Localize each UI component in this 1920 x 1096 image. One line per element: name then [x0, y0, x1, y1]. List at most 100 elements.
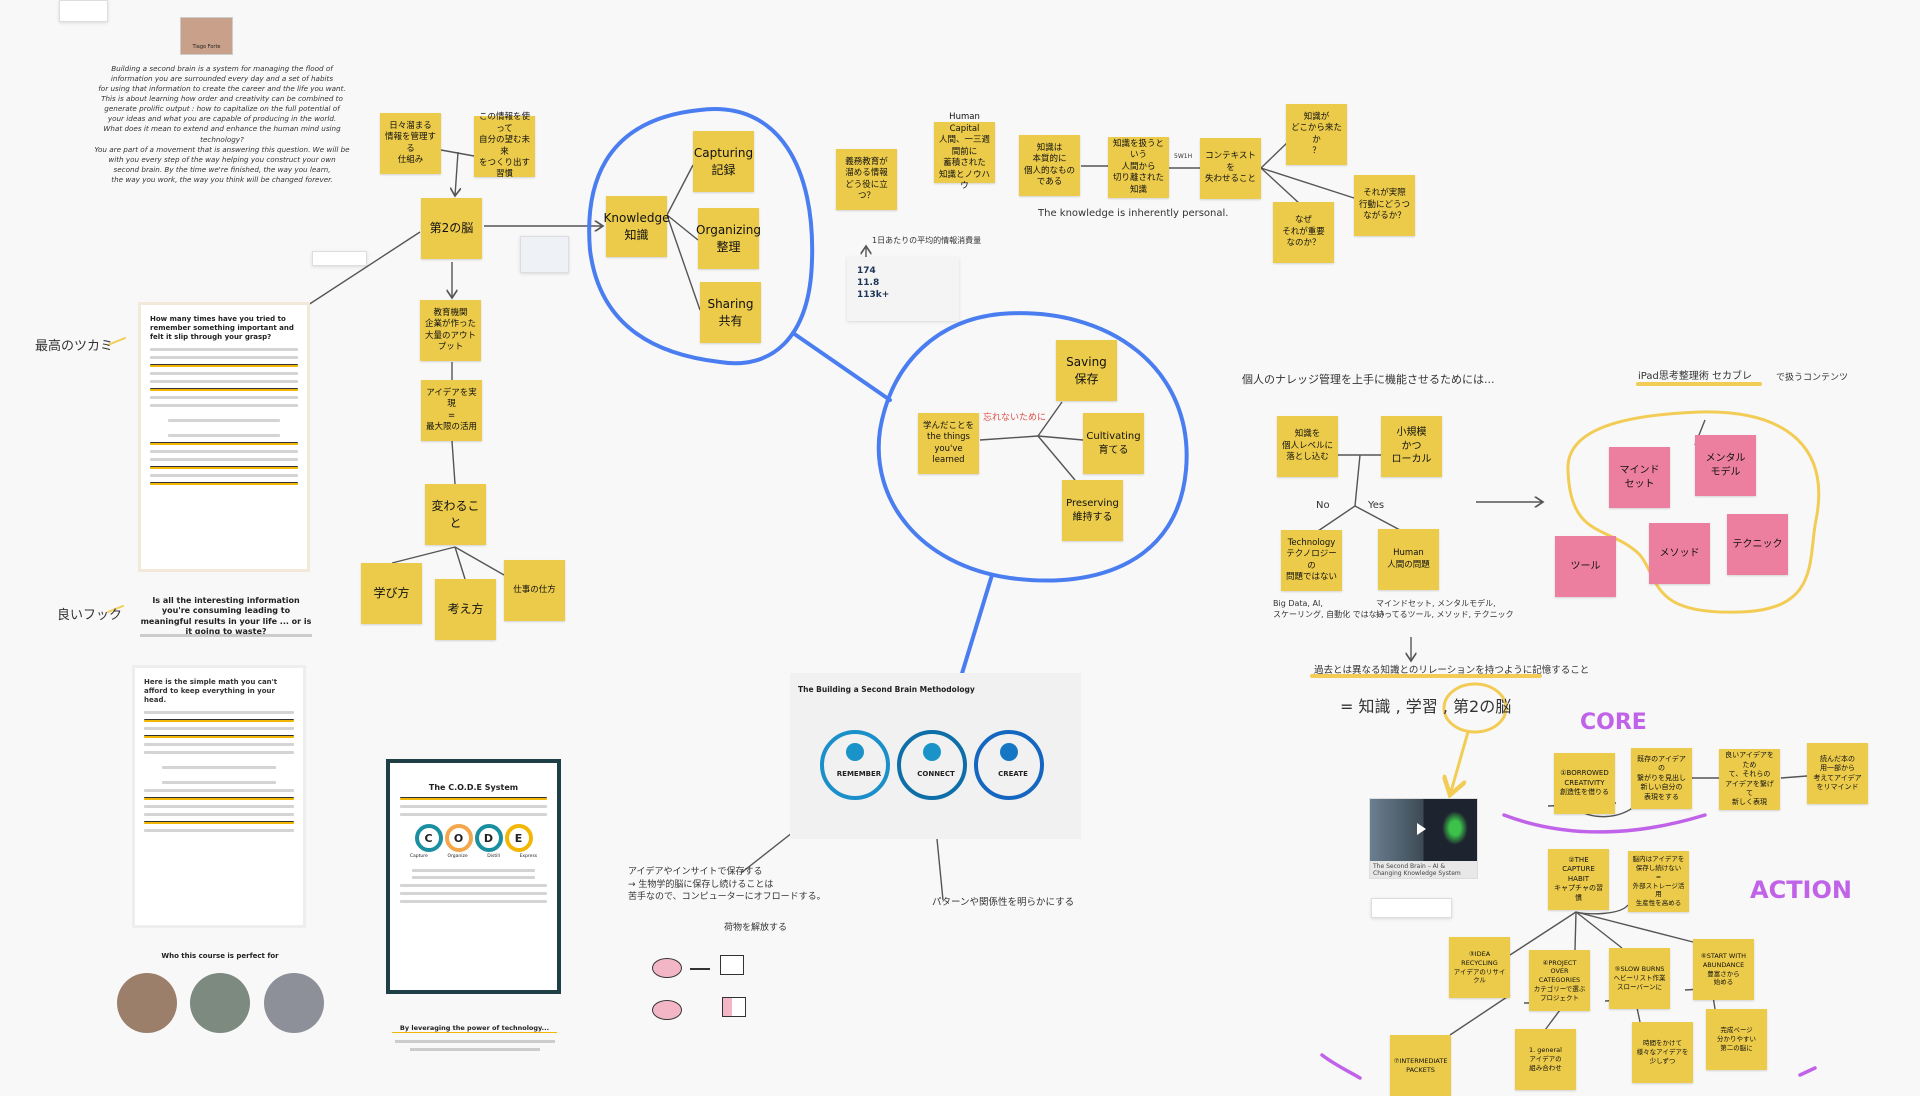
core-label: CORE [1580, 710, 1647, 735]
sales-page-doc[interactable]: How many times have you tried to remembe… [138, 302, 310, 572]
human-note: The knowledge is inherently personal. [1038, 208, 1229, 219]
math-doc[interactable]: Here is the simple math you can't afford… [132, 665, 306, 928]
sticky-note[interactable]: ⑦INTERMEDIATE PACKETS [1390, 1035, 1451, 1096]
sticky-note[interactable]: 知識を 個人レベルに 落とし込む [1277, 416, 1338, 477]
thumbnail-card[interactable] [59, 0, 108, 22]
text-line [140, 634, 312, 637]
sticky-knowledge[interactable]: Knowledge 知識 [604, 196, 669, 257]
sticky-cultivating[interactable]: Cultivating 育てる [1083, 413, 1144, 474]
label-hook-best: 最高のツカミ [35, 339, 114, 354]
sticky-note[interactable]: 学んだことを the things you've learned [918, 413, 979, 474]
sticky-second-brain[interactable]: 第2の脳 [421, 198, 482, 259]
step-remember: REMEMBER [836, 770, 882, 778]
video-link-card[interactable] [520, 236, 569, 273]
sticky-note[interactable]: 脳内はアイデアを 保存し続けない = 外部ストレージ活用 生産性を高める [1628, 851, 1689, 912]
text-line [410, 1048, 540, 1051]
code-title: The C.O.D.E System [428, 783, 519, 792]
sticky-pink[interactable]: メンタル モデル [1695, 435, 1756, 496]
sticky-note[interactable]: 完成ページ 分かりやすい 第二の脳に [1706, 1009, 1767, 1070]
sticky-note[interactable]: 1. general アイデアの 組み合わせ [1515, 1029, 1576, 1090]
tech-note: Big Data, AI, スケーリング, 自動化 ではない [1273, 599, 1385, 620]
sticky-human[interactable]: Human 人間の問題 [1378, 529, 1439, 590]
audience-title: Who this course is perfect for [161, 952, 279, 960]
code-step: Capture [409, 854, 428, 859]
link-card[interactable] [312, 251, 367, 266]
create-icon [1000, 743, 1018, 761]
doc-heading: How many times have you tried to remembe… [150, 315, 294, 342]
sticky-note[interactable]: 学び方 [361, 563, 422, 624]
remember-note: アイデアやインサイトで保存する → 生物学的脳に保存し続けることは 苦手なので、… [628, 867, 826, 903]
link-card[interactable] [1371, 898, 1452, 918]
sticky-note[interactable]: 時間をかけて 様々なアイデアを 少しずつ [1632, 1022, 1693, 1083]
video-thumbnail [1370, 799, 1477, 861]
sticky-note[interactable]: それが実際 行動にどうつながるか？ [1354, 175, 1415, 236]
sticky-preserving[interactable]: Preserving 維持する [1062, 480, 1123, 541]
sticky-note[interactable]: コンテキストを 失わせること [1200, 138, 1261, 199]
human-note: マインドセット, メンタルモデル, 持ってるツール, メソッド, テクニック [1376, 599, 1514, 620]
sticky-sharing[interactable]: Sharing 共有 [700, 282, 761, 343]
sticky-organizing[interactable]: Organizing 整理 [696, 208, 761, 269]
brain-icon [652, 1000, 682, 1020]
connect-note: パターンや関係性を明らかにする [932, 897, 1075, 908]
sticky-note[interactable]: 教育機関 企業が作った 大量のアウトプット [420, 300, 481, 361]
sticky-note[interactable]: ⑤SLOW BURNS ヘビーリスト作業 スローバーンに [1609, 948, 1670, 1009]
pkm-conclusion: 過去とは異なる知識とのリレーションを持つように記憶すること [1314, 665, 1590, 676]
sticky-note[interactable]: ⑥START WITH ABUNDANCE 豊富さから 始める [1693, 939, 1754, 1000]
action-label: ACTION [1750, 876, 1852, 904]
sticky-note[interactable]: 知識が どこから来たか ？ [1286, 104, 1347, 165]
sticky-note[interactable]: 日々溜まる 情報を管理する 仕組み [380, 113, 441, 174]
sticky-pink[interactable]: テクニック [1727, 514, 1788, 575]
sticky-note[interactable]: 既存のアイデアの 繋がりを見出し 新しい自分の 表現をする [1631, 748, 1692, 809]
label-hook-good: 良いフック [57, 608, 123, 623]
sticky-note[interactable]: 変わること [425, 484, 486, 545]
connect-icon [923, 743, 941, 761]
sticky-human-capital[interactable]: Human Capital 人間、一三週間前に 蓄積された 知識とノウハウ [934, 112, 995, 191]
brain-icon [652, 958, 682, 978]
code-letter: D [474, 824, 503, 852]
sticky-note[interactable]: 知識は 本質的に 個人的なものである [1019, 135, 1080, 196]
sticky-pink[interactable]: ツール [1555, 536, 1616, 597]
arrow-icon [690, 968, 710, 970]
sticky-note[interactable]: 良いアイデアをため て、それらの アイデアを繋げて 新しく表現 [1719, 749, 1780, 810]
sticky-note[interactable]: 読んだ本の 用一部から 考えてアイデア をリマインド [1807, 743, 1868, 804]
video-card[interactable]: The Second Brain – AI & Changing Knowled… [1369, 798, 1478, 879]
sticky-note[interactable]: 知識を扱うという 人間から 切り離された知識 [1108, 137, 1169, 198]
code-step: Distill [487, 854, 500, 859]
sticky-pink[interactable]: メソッド [1649, 523, 1710, 584]
step-create: CREATE [998, 770, 1028, 778]
code-step: Express [519, 854, 538, 859]
sticky-note[interactable]: 小規模 かつ ローカル [1381, 416, 1442, 477]
pkm-equation: = 知識 , 学習 , 第2の脳 [1340, 697, 1512, 716]
sticky-note[interactable]: 仕事の仕方 [504, 560, 565, 621]
sticky-note[interactable]: なぜ それが重要 なのか？ [1273, 202, 1334, 263]
sticky-note[interactable]: アイデアを実現 = 最大限の活用 [421, 380, 482, 441]
code-system-card[interactable]: The C.O.D.E System C O D E Capture Organi… [386, 759, 561, 994]
stat-value: 174 [857, 266, 876, 276]
sticky-technology[interactable]: Technology テクノロジーの 問題ではない [1281, 530, 1342, 591]
stat-value: 113k+ [857, 290, 890, 301]
remember-icon [846, 743, 864, 761]
no-label: No [1316, 500, 1330, 511]
intro-paragraph: Building a second brain is a system for … [94, 64, 350, 184]
sticky-note[interactable]: ③IDEA RECYCLING アイデアのリサイクル [1449, 937, 1510, 998]
sticky-note[interactable]: 義務教育が 溜める情報 どう役に立つ？ [836, 149, 897, 210]
create-ring [974, 730, 1044, 800]
methodology-card[interactable]: The Building a Second Brain Methodology … [790, 673, 1081, 839]
saving-note: 忘れないために [983, 413, 1047, 423]
stats-widget[interactable]: 174 11.8 113k+ [847, 257, 959, 321]
question-heading: Is all the interesting information you'r… [140, 596, 312, 637]
sticky-note[interactable]: この情報を使って 自分の望む未来 をつくり出す習慣 [474, 112, 535, 179]
sticky-note[interactable]: ④PROJECT OVER CATEGORIES カテゴリーで選ぶ プロジェクト [1529, 950, 1590, 1011]
sticky-saving[interactable]: Saving 保存 [1056, 340, 1117, 401]
sticky-pink[interactable]: マインド セット [1609, 447, 1670, 508]
stat-value: 11.8 [857, 278, 880, 289]
play-icon[interactable] [1417, 823, 1426, 835]
sticky-capturing[interactable]: Capturing 記録 [693, 131, 754, 192]
sticky-note[interactable]: ①BORROWED CREATIVITY 創造性を借りる [1554, 753, 1615, 814]
code-step: Organize [447, 854, 468, 859]
text-line [395, 1040, 555, 1043]
sticky-note[interactable]: ②THE CAPTURE HABIT キャプチャの習慣 [1548, 849, 1609, 910]
remember-note-2: 荷物を解放する [724, 923, 788, 933]
connector-label: 5W1H [1174, 153, 1193, 160]
sticky-note[interactable]: 考え方 [435, 579, 496, 640]
